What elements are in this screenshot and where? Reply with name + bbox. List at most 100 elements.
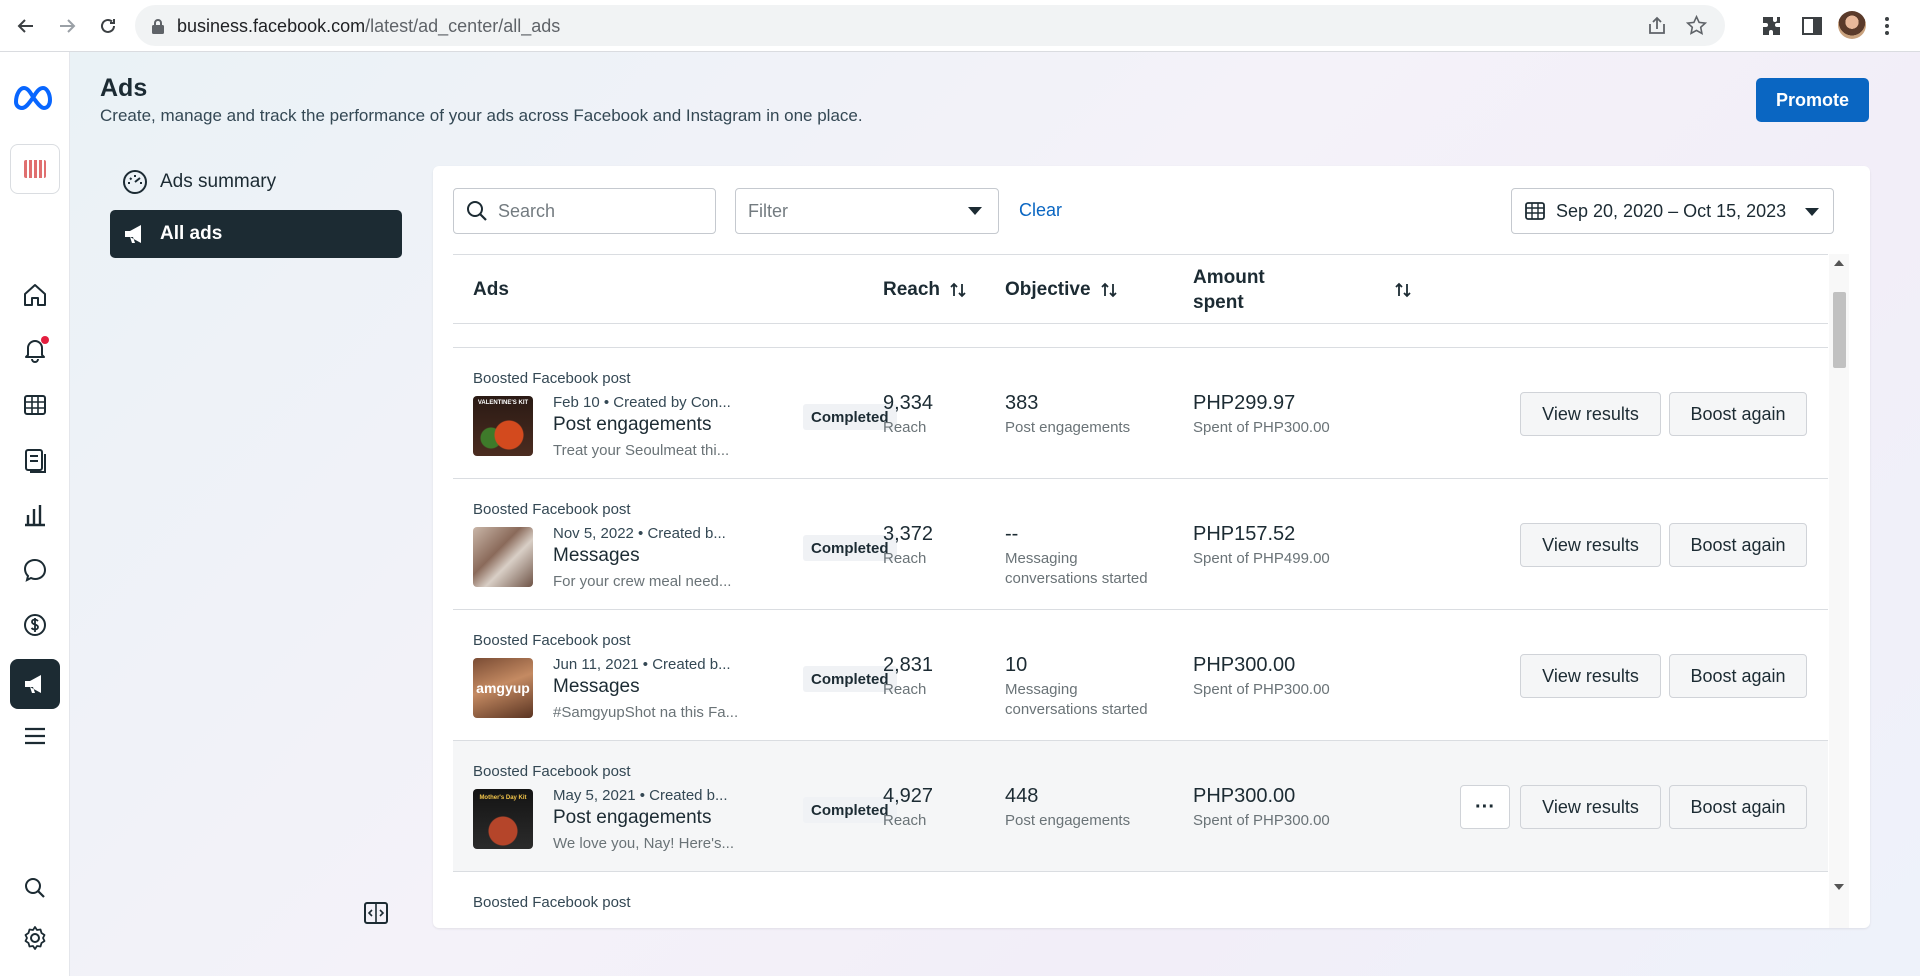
inbox-chat-icon[interactable] [19,554,51,586]
table-row[interactable]: Boosted Facebook post VALENTINE'S KIT Fe… [453,348,1828,479]
boost-again-button[interactable]: Boost again [1669,785,1807,829]
table-header: Ads Reach Objective Amount spent [453,254,1828,324]
table-row[interactable]: Boosted Facebook post [453,872,1828,928]
amount-spent-value: PHP299.97 [1193,392,1296,414]
ad-meta: Feb 10 • Created by Con... [553,394,731,411]
table-row[interactable]: Boosted Facebook post amgyup Jun 11, 202… [453,610,1828,741]
objective-value: 10 [1005,654,1028,676]
search-icon[interactable] [19,872,51,904]
page-avatar[interactable] [10,144,60,194]
meta-logo-icon[interactable] [12,82,58,112]
thumbnail-caption: amgyup [476,680,530,696]
ad-kind: Boosted Facebook post [473,763,631,780]
scrollbar-thumb[interactable] [1833,292,1846,368]
subnav-item-label: Ads summary [160,171,277,192]
back-icon[interactable] [10,10,42,42]
table-row[interactable]: Boosted Facebook post Mother's Day Kit M… [453,741,1828,872]
clear-filters-link[interactable]: Clear [1019,200,1062,221]
forward-icon[interactable] [51,10,83,42]
grid-table-icon[interactable] [19,389,51,421]
view-results-button[interactable]: View results [1520,785,1661,829]
ad-kind: Boosted Facebook post [473,501,631,518]
objective-value: 448 [1005,785,1039,807]
amount-spent-value: PHP300.00 [1193,785,1296,807]
table-row[interactable]: Boosted Facebook post Nov 5, 2022 • Crea… [453,479,1828,610]
notification-badge [41,336,49,344]
amount-spent-label: Spent of PHP499.00 [1193,550,1330,567]
bookmark-star-icon[interactable] [1686,15,1707,36]
reach-value: 4,927 [883,785,934,807]
monetization-dollar-icon[interactable] [19,609,51,641]
objective-label: Post engagements [1005,812,1131,829]
view-results-button[interactable]: View results [1520,392,1661,436]
collapse-sidebar-icon[interactable] [363,900,389,926]
table-scrollbar[interactable] [1829,254,1849,928]
search-box[interactable] [453,188,716,234]
calendar-table-icon [1525,202,1545,220]
share-icon[interactable] [1647,16,1667,36]
subnav-item-ads-summary[interactable]: Ads summary [110,158,402,206]
amount-spent-label: Spent of PHP300.00 [1193,419,1330,436]
ad-meta: May 5, 2021 • Created b... [553,787,728,804]
search-icon [467,201,487,221]
boost-again-button[interactable]: Boost again [1669,654,1807,698]
objective-value: 383 [1005,392,1039,414]
address-bar[interactable]: business.facebook.com/latest/ad_center/a… [135,5,1725,46]
all-tools-menu-icon[interactable] [19,720,51,752]
ad-thumbnail[interactable]: amgyup [473,658,533,718]
boost-again-button[interactable]: Boost again [1669,523,1807,567]
reach-label: Reach [883,419,927,436]
promote-button[interactable]: Promote [1756,78,1869,122]
ad-name[interactable]: Post engagements [553,414,711,436]
subnav-item-all-ads[interactable]: All ads [110,210,402,258]
search-input[interactable] [498,200,698,222]
filter-placeholder: Filter [748,200,788,221]
thumbnail-caption: Mother's Day Kit [479,795,527,801]
ads-megaphone-icon[interactable] [10,659,60,709]
column-header-objective[interactable]: Objective [1005,255,1119,325]
reach-value: 3,372 [883,523,934,545]
ad-description: For your crew meal need... [553,573,732,590]
extensions-puzzle-icon[interactable] [1760,14,1784,38]
home-icon[interactable] [19,279,51,311]
more-options-button[interactable]: ··· [1460,785,1510,829]
scroll-down-arrow-icon[interactable] [1834,884,1844,890]
view-results-button[interactable]: View results [1520,523,1661,567]
scroll-up-arrow-icon[interactable] [1834,260,1844,266]
url-text: business.facebook.com/latest/ad_center/a… [177,16,561,36]
date-range-text: Sep 20, 2020 – Oct 15, 2023 [1556,200,1787,221]
ad-thumbnail[interactable]: Mother's Day Kit [473,789,533,849]
reach-label: Reach [883,550,927,567]
ad-description: Treat your Seoulmeat thi... [553,442,730,459]
ad-name[interactable]: Post engagements [553,807,711,829]
date-range-picker[interactable]: Sep 20, 2020 – Oct 15, 2023 [1511,188,1834,234]
content-pages-icon[interactable] [19,444,51,476]
boost-again-button[interactable]: Boost again [1669,392,1807,436]
ad-name[interactable]: Messages [553,676,640,698]
reach-label: Reach [883,812,927,829]
view-results-button[interactable]: View results [1520,654,1661,698]
filter-dropdown[interactable]: Filter [735,188,999,234]
settings-gear-icon[interactable] [19,922,51,954]
ad-description: We love you, Nay! Here's... [553,835,734,852]
browser-menu-icon[interactable] [1882,14,1892,38]
side-panel-icon[interactable] [1800,14,1824,38]
column-header-amount-spent[interactable]: Amount spent [1193,255,1313,325]
chevron-down-icon [1805,208,1819,216]
ad-kind: Boosted Facebook post [473,632,631,649]
column-header-ads: Ads [473,279,509,300]
profile-avatar[interactable] [1838,11,1866,39]
ad-thumbnail[interactable] [473,527,533,587]
ad-name[interactable]: Messages [553,545,640,567]
reload-icon[interactable] [92,10,124,42]
ad-meta: Nov 5, 2022 • Created b... [553,525,726,542]
ads-table: Ads Reach Objective Amount spent Boosted… [453,254,1828,928]
ads-table-card: Filter Clear Sep 20, 2020 – Oct 15, 2023… [433,166,1870,928]
ad-thumbnail[interactable]: VALENTINE'S KIT [473,396,533,456]
subnav-item-label: All ads [160,223,223,244]
column-header-reach[interactable]: Reach [883,255,968,325]
amount-spent-value: PHP300.00 [1193,654,1296,676]
sort-arrows-icon[interactable] [1393,280,1413,300]
amount-spent-label: Spent of PHP300.00 [1193,681,1330,698]
insights-bar-chart-icon[interactable] [19,499,51,531]
